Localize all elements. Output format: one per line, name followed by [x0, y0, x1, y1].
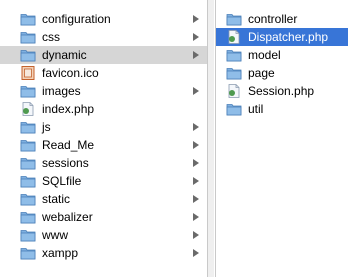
item-label: Dispatcher.php — [248, 30, 329, 44]
chevron-right-icon — [193, 15, 199, 23]
list-item-css[interactable]: css — [0, 28, 207, 46]
item-label: Session.php — [248, 84, 315, 98]
folder-icon — [20, 194, 36, 206]
chevron-right-icon — [193, 231, 199, 239]
list-item-index-php[interactable]: index.php — [0, 100, 207, 118]
list-item-sessions[interactable]: sessions — [0, 154, 207, 172]
column-resize-handle[interactable] — [208, 0, 214, 277]
item-label: model — [248, 48, 281, 62]
folder-icon — [20, 176, 36, 188]
chevron-right-icon — [193, 195, 199, 203]
php-file-icon — [228, 84, 240, 98]
list-item-static[interactable]: static — [0, 190, 207, 208]
folder-icon — [20, 140, 36, 152]
item-label: css — [42, 30, 60, 44]
child-folder-column[interactable]: controller Dispatcher.php model page Ses… — [215, 0, 348, 277]
list-item-configuration[interactable]: configuration — [0, 10, 207, 28]
chevron-right-icon — [193, 213, 199, 221]
list-item-read-me[interactable]: Read_Me — [0, 136, 207, 154]
list-item-xampp[interactable]: xampp — [0, 244, 207, 262]
item-label: xampp — [42, 246, 79, 260]
item-label: page — [248, 66, 275, 80]
list-item-js[interactable]: js — [0, 118, 207, 136]
item-label: www — [42, 228, 68, 242]
list-item-model[interactable]: model — [216, 46, 348, 64]
folder-icon — [226, 68, 242, 80]
folder-icon — [20, 122, 36, 134]
parent-folder-column[interactable]: configuration css dynamic favicon.ico im… — [0, 0, 208, 277]
php-file-icon — [228, 30, 240, 44]
column-browser: configuration css dynamic favicon.ico im… — [0, 0, 348, 277]
folder-icon — [20, 32, 36, 44]
list-item-images[interactable]: images — [0, 82, 207, 100]
folder-icon — [20, 158, 36, 170]
item-label: images — [42, 84, 81, 98]
folder-icon — [20, 50, 36, 62]
chevron-right-icon — [193, 177, 199, 185]
item-label: configuration — [42, 12, 111, 26]
chevron-right-icon — [193, 33, 199, 41]
chevron-right-icon — [193, 159, 199, 167]
folder-icon — [226, 50, 242, 62]
list-item-controller[interactable]: controller — [216, 10, 348, 28]
item-label: index.php — [42, 102, 95, 116]
folder-icon — [20, 248, 36, 260]
list-item-session-php[interactable]: Session.php — [216, 82, 348, 100]
item-label: static — [42, 192, 71, 206]
list-item-dispatcher-php[interactable]: Dispatcher.php — [216, 28, 348, 46]
item-label: dynamic — [42, 48, 87, 62]
item-label: Read_Me — [42, 138, 95, 152]
item-label: js — [42, 120, 51, 134]
chevron-right-icon — [193, 249, 199, 257]
list-item-dynamic[interactable]: dynamic — [0, 46, 207, 64]
item-label: webalizer — [42, 210, 93, 224]
folder-icon — [20, 230, 36, 242]
chevron-right-icon — [193, 87, 199, 95]
list-item-page[interactable]: page — [216, 64, 348, 82]
folder-icon — [20, 14, 36, 26]
image-file-icon — [21, 66, 35, 80]
item-label: util — [248, 102, 264, 116]
list-item-sqlfile[interactable]: SQLfile — [0, 172, 207, 190]
folder-icon — [20, 86, 36, 98]
list-item-util[interactable]: util — [216, 100, 348, 118]
php-file-icon — [22, 102, 34, 116]
folder-icon — [226, 104, 242, 116]
list-item-webalizer[interactable]: webalizer — [0, 208, 207, 226]
item-label: favicon.ico — [42, 66, 99, 80]
item-label: SQLfile — [42, 174, 82, 188]
chevron-right-icon — [193, 141, 199, 149]
list-item-www[interactable]: www — [0, 226, 207, 244]
item-label: sessions — [42, 156, 89, 170]
chevron-right-icon — [193, 51, 199, 59]
list-item-favicon[interactable]: favicon.ico — [0, 64, 207, 82]
folder-icon — [20, 212, 36, 224]
item-label: controller — [248, 12, 298, 26]
folder-icon — [226, 14, 242, 26]
chevron-right-icon — [193, 123, 199, 131]
